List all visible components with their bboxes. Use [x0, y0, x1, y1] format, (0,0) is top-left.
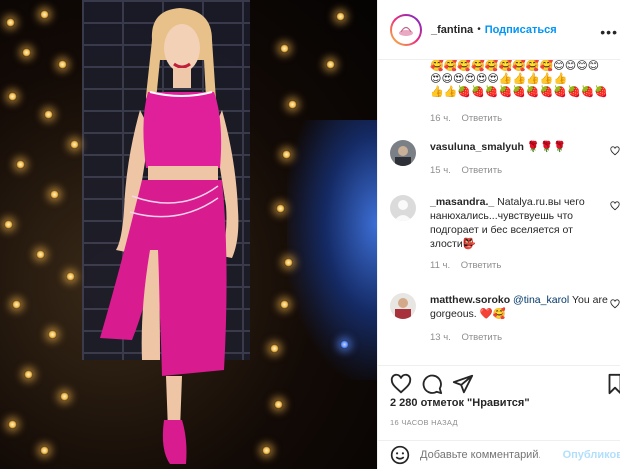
post-header: _fantina • Подписаться •••: [378, 0, 620, 60]
comment-input[interactable]: [420, 449, 540, 461]
add-comment-bar: Опубликова: [378, 440, 620, 469]
bookmark-icon[interactable]: [607, 373, 620, 395]
reply-button[interactable]: Ответить: [461, 113, 502, 124]
comment-time: 13 ч.: [430, 332, 451, 343]
brand-logo-icon: [399, 26, 413, 36]
reply-button[interactable]: Ответить: [461, 165, 502, 176]
comment-time: 11 ч.: [430, 260, 451, 271]
mention-link[interactable]: @tina_karol: [513, 294, 569, 306]
send-icon[interactable]: [452, 373, 474, 395]
comment-time: 15 ч.: [430, 165, 451, 176]
like-comment-heart-icon[interactable]: [610, 201, 620, 211]
post-photo[interactable]: [0, 0, 377, 469]
author-username[interactable]: _fantina: [431, 24, 473, 36]
smiley-icon[interactable]: [390, 445, 410, 465]
like-comment-heart-icon[interactable]: [610, 299, 620, 309]
follow-button[interactable]: Подписаться: [485, 24, 557, 36]
emoji-line: 🥰🥰🥰🥰🥰🥰🥰🥰🥰😊😊😊😊: [430, 60, 600, 72]
post-sidebar: _fantina • Подписаться ••• 🥰🥰🥰🥰🥰🥰🥰🥰🥰😊😊😊😊…: [377, 0, 620, 469]
emoji-line: 😍😍😍😍😍😍👍👍👍👍👍: [430, 73, 568, 85]
separator-dot: •: [477, 24, 481, 35]
instagram-post-modal: _fantina • Подписаться ••• 🥰🥰🥰🥰🥰🥰🥰🥰🥰😊😊😊😊…: [0, 0, 620, 469]
comments-list[interactable]: 🥰🥰🥰🥰🥰🥰🥰🥰🥰😊😊😊😊 😍😍😍😍😍😍👍👍👍👍👍 👍👍🍓🍓🍓🍓🍓🍓🍓🍓🍓🍓🍓 …: [378, 60, 620, 365]
comment-text: 🌹🌹🌹: [526, 141, 567, 153]
post-time: 16 ЧАСОВ НАЗАД: [390, 418, 458, 427]
comment-time: 16 ч.: [430, 113, 451, 124]
commenter-avatar[interactable]: [390, 140, 416, 166]
reply-button[interactable]: Ответить: [461, 332, 502, 343]
publish-button[interactable]: Опубликова: [563, 449, 620, 461]
commenter-avatar[interactable]: [390, 195, 416, 221]
likes-count[interactable]: 2 280 отметок "Нравится": [390, 397, 530, 409]
comment-icon[interactable]: [421, 373, 443, 395]
like-comment-heart-icon[interactable]: [610, 146, 620, 156]
commenter-username[interactable]: matthew.soroko: [430, 294, 510, 306]
commenter-avatar[interactable]: [390, 293, 416, 319]
emoji-comment-tail: 🥰🥰🥰🥰🥰🥰🥰🥰🥰😊😊😊😊 😍😍😍😍😍😍👍👍👍👍👍 👍👍🍓🍓🍓🍓🍓🍓🍓🍓🍓🍓🍓 …: [430, 60, 615, 125]
reply-button[interactable]: Ответить: [461, 260, 502, 271]
commenter-username[interactable]: vasuluna_smalyuh: [430, 141, 524, 153]
heart-icon[interactable]: [390, 373, 412, 395]
author-avatar[interactable]: [390, 13, 422, 46]
ellipsis-icon[interactable]: •••: [600, 24, 618, 40]
commenter-username[interactable]: _masandra._: [430, 196, 494, 208]
woman-in-pink-outfit-image: [100, 8, 239, 464]
emoji-line: 👍👍🍓🍓🍓🍓🍓🍓🍓🍓🍓🍓🍓: [430, 86, 609, 98]
comment-meta: 16 ч. Ответить: [430, 112, 615, 125]
